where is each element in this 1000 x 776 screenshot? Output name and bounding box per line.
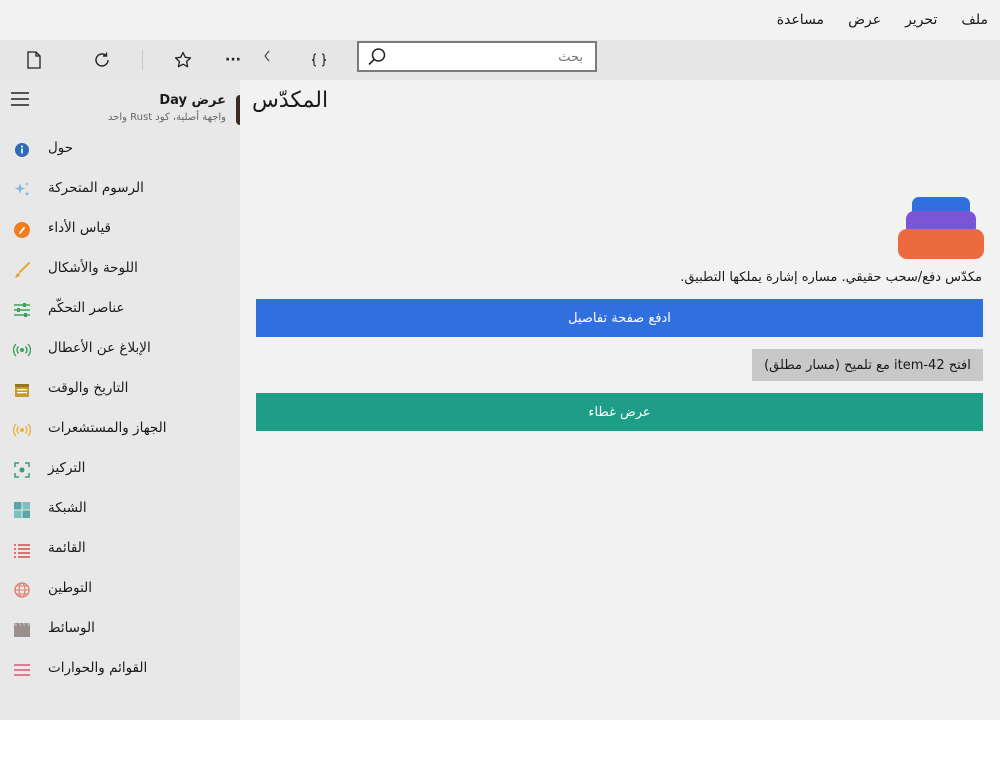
film-icon — [14, 622, 30, 637]
back-button[interactable] — [251, 42, 283, 70]
new-document-button[interactable] — [18, 46, 50, 74]
search-box — [357, 41, 597, 72]
sidebar-item-device-sensors[interactable]: الجهاز والمستشعرات — [0, 410, 240, 450]
sidebar-item-menus-dialogs[interactable]: القوائم والحوارات — [0, 650, 240, 690]
more-button[interactable]: ··· — [217, 46, 249, 74]
toolbar-separator — [142, 50, 143, 70]
sidebar-item-date-time[interactable]: التاريخ والوقت — [0, 370, 240, 410]
search-input[interactable] — [401, 43, 585, 72]
stack-icon — [898, 197, 984, 259]
sidebar: عرض Day واجهة أصلية، كود Rust واحد حول ا… — [0, 80, 240, 720]
sidebar-item-label: الرسوم المتحركة — [48, 180, 144, 196]
braces-icon — [311, 53, 327, 67]
sidebar-item-label: الإبلاغ عن الأعطال — [48, 340, 151, 356]
search-icon[interactable] — [367, 47, 387, 67]
focus-icon — [14, 462, 30, 478]
sidebar-item-label: التاريخ والوقت — [48, 380, 129, 396]
app-subtitle: واجهة أصلية، كود Rust واحد — [107, 112, 226, 123]
gauge-icon — [14, 222, 30, 238]
sidebar-item-focus[interactable]: التركيز — [0, 450, 240, 490]
sidebar-item-label: التركيز — [48, 460, 86, 476]
sidebar-item-label: القوائم والحوارات — [48, 660, 148, 676]
sidebar-item-canvas[interactable]: اللوحة والأشكال — [0, 250, 240, 290]
star-icon — [174, 51, 192, 68]
show-overlay-button[interactable]: عرض غطاء — [256, 393, 983, 431]
chevron-left-icon — [264, 50, 270, 62]
sidebar-item-controls[interactable]: عناصر التحكّم — [0, 290, 240, 330]
sidebar-item-label: اللوحة والأشكال — [48, 260, 138, 276]
open-item-hint-button[interactable]: افتح item-42 مع تلميح (مسار مطلق) — [752, 349, 983, 381]
globe-icon — [14, 582, 30, 598]
favorite-button[interactable] — [167, 46, 199, 74]
sparkles-icon — [14, 182, 30, 197]
sidebar-item-crash-reporting[interactable]: الإبلاغ عن الأعطال — [0, 330, 240, 370]
push-details-button[interactable]: ادفع صفحة تفاصيل — [256, 299, 983, 337]
document-icon — [27, 51, 41, 69]
sidebar-item-label: حول — [48, 140, 74, 156]
sidebar-item-label: الشبكة — [48, 500, 87, 516]
app-title: عرض Day — [159, 93, 226, 108]
grid-icon — [14, 502, 30, 518]
sidebar-item-label: الوسائط — [48, 620, 95, 636]
sidebar-item-label: عناصر التحكّم — [48, 300, 125, 316]
list-icon — [14, 544, 30, 558]
menu-view[interactable]: عرض — [836, 0, 893, 40]
info-icon — [15, 143, 29, 157]
menu-help[interactable]: مساعدة — [765, 0, 836, 40]
sidebar-item-label: القائمة — [48, 540, 86, 556]
page-title: المكدّس — [252, 88, 329, 113]
calendar-icon — [15, 384, 29, 397]
menu-edit[interactable]: تحرير — [893, 0, 949, 40]
refresh-button[interactable] — [86, 46, 118, 74]
sensor-icon — [13, 423, 31, 437]
sidebar-item-list[interactable]: القائمة — [0, 530, 240, 570]
sidebar-item-performance[interactable]: قياس الأداء — [0, 210, 240, 250]
refresh-icon — [95, 52, 109, 67]
sliders-icon — [14, 303, 30, 317]
sidebar-item-about[interactable]: حول — [0, 130, 240, 170]
sidebar-item-localization[interactable]: التوطين — [0, 570, 240, 610]
main-content: المكدّس مكدّس دفع/سحب حقيقي. مساره إشارة… — [240, 80, 1000, 720]
stack-description: مكدّس دفع/سحب حقيقي. مساره إشارة يملكها … — [680, 270, 982, 285]
code-button[interactable] — [303, 46, 335, 74]
broadcast-icon — [13, 343, 31, 357]
brush-icon — [14, 262, 30, 278]
menu-lines-icon — [14, 664, 30, 676]
sidebar-item-label: التوطين — [48, 580, 93, 596]
sidebar-item-media[interactable]: الوسائط — [0, 610, 240, 650]
sidebar-item-label: قياس الأداء — [48, 220, 111, 236]
sidebar-item-label: الجهاز والمستشعرات — [48, 420, 167, 436]
menu-bar: ملف تحرير عرض مساعدة — [0, 0, 1000, 40]
hamburger-menu-icon[interactable] — [11, 92, 29, 106]
sidebar-item-grid[interactable]: الشبكة — [0, 490, 240, 530]
sidebar-item-animations[interactable]: الرسوم المتحركة — [0, 170, 240, 210]
menu-file[interactable]: ملف — [949, 0, 1000, 40]
